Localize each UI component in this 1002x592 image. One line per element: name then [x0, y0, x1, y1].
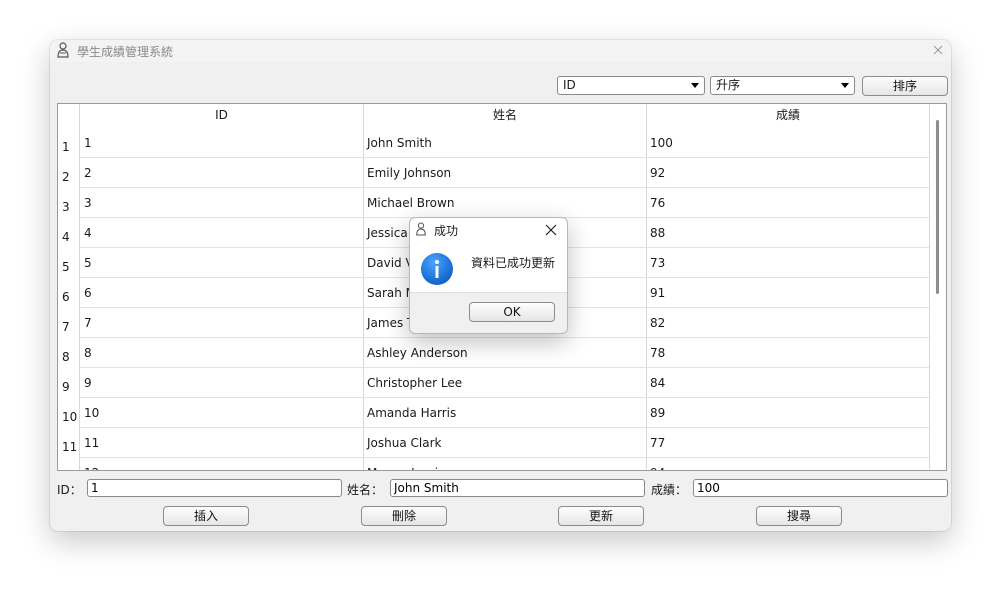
chevron-down-icon	[841, 83, 849, 88]
row-divider	[79, 187, 929, 188]
row-header[interactable]: 1	[58, 140, 79, 154]
ok-button[interactable]: OK	[469, 302, 555, 322]
dialog-footer: OK	[410, 292, 567, 333]
cell-id[interactable]: 10	[84, 406, 99, 420]
sort-order-select[interactable]: 升序	[710, 76, 855, 95]
row-header[interactable]: 2	[58, 170, 79, 184]
row-divider	[79, 427, 929, 428]
title-bar: 學生成績管理系統	[50, 40, 951, 62]
sort-order-value: 升序	[716, 78, 741, 92]
column-divider	[79, 104, 80, 470]
column-header-id[interactable]: ID	[80, 104, 363, 127]
score-input[interactable]	[693, 479, 948, 497]
window-title: 學生成績管理系統	[77, 45, 174, 59]
cell-id[interactable]: 12	[84, 466, 99, 470]
cell-name[interactable]: Emily Johnson	[367, 166, 451, 180]
cell-name[interactable]: Amanda Harris	[367, 406, 456, 420]
cell-id[interactable]: 1	[84, 136, 92, 150]
column-header-score[interactable]: 成績	[647, 104, 929, 127]
row-header[interactable]: 10	[58, 410, 79, 424]
cell-score[interactable]: 100	[650, 136, 673, 150]
row-header[interactable]: 7	[58, 320, 79, 334]
dialog-title: 成功	[434, 224, 459, 238]
cell-name[interactable]: John Smith	[367, 136, 432, 150]
sort-field-value: ID	[563, 78, 576, 92]
cell-score[interactable]: 91	[650, 286, 665, 300]
row-header[interactable]: 5	[58, 260, 79, 274]
search-button[interactable]: 搜尋	[756, 506, 842, 526]
cell-name[interactable]: David V	[367, 256, 414, 270]
close-icon[interactable]	[929, 41, 947, 59]
column-divider	[363, 104, 364, 470]
row-divider	[79, 457, 929, 458]
cell-name[interactable]: Michael Brown	[367, 196, 454, 210]
column-divider	[646, 104, 647, 470]
id-label: ID：	[57, 483, 82, 497]
info-icon	[421, 253, 453, 285]
cell-name[interactable]: James T	[367, 316, 414, 330]
id-input[interactable]	[87, 479, 342, 497]
cell-id[interactable]: 3	[84, 196, 92, 210]
cell-score[interactable]: 73	[650, 256, 665, 270]
cell-name[interactable]: Jessica	[367, 226, 408, 240]
row-divider	[79, 157, 929, 158]
name-input[interactable]	[390, 479, 645, 497]
cell-name[interactable]: Joshua Clark	[367, 436, 441, 450]
row-header[interactable]: 4	[58, 230, 79, 244]
cell-score[interactable]: 76	[650, 196, 665, 210]
cell-score[interactable]: 92	[650, 166, 665, 180]
row-header[interactable]: 12	[58, 470, 79, 471]
row-header[interactable]: 6	[58, 290, 79, 304]
cell-id[interactable]: 6	[84, 286, 92, 300]
cell-score[interactable]: 84	[650, 376, 665, 390]
cell-name[interactable]: Christopher Lee	[367, 376, 462, 390]
row-header[interactable]: 8	[58, 350, 79, 364]
row-header[interactable]: 3	[58, 200, 79, 214]
delete-button[interactable]: 刪除	[361, 506, 447, 526]
cell-id[interactable]: 9	[84, 376, 92, 390]
cell-id[interactable]: 7	[84, 316, 92, 330]
cell-id[interactable]: 2	[84, 166, 92, 180]
row-divider	[79, 367, 929, 368]
row-divider	[79, 397, 929, 398]
row-divider	[79, 337, 929, 338]
update-button[interactable]: 更新	[558, 506, 644, 526]
cell-score[interactable]: 78	[650, 346, 665, 360]
sort-button[interactable]: 排序	[862, 76, 948, 96]
scrollbar-thumb[interactable]	[936, 120, 939, 294]
cell-name[interactable]: Megan Lewis	[367, 466, 444, 470]
close-icon[interactable]	[544, 223, 558, 237]
cell-name[interactable]: Ashley Anderson	[367, 346, 468, 360]
vertical-scrollbar[interactable]	[930, 104, 946, 470]
cell-id[interactable]: 8	[84, 346, 92, 360]
cell-score[interactable]: 94	[650, 466, 665, 470]
sort-field-select[interactable]: ID	[557, 76, 705, 95]
score-label: 成績：	[651, 483, 688, 497]
name-label: 姓名：	[347, 483, 384, 497]
cell-score[interactable]: 89	[650, 406, 665, 420]
cell-id[interactable]: 5	[84, 256, 92, 270]
cell-score[interactable]: 82	[650, 316, 665, 330]
row-header[interactable]: 11	[58, 440, 79, 454]
cell-id[interactable]: 4	[84, 226, 92, 240]
insert-button[interactable]: 插入	[163, 506, 249, 526]
cell-score[interactable]: 77	[650, 436, 665, 450]
row-header[interactable]: 9	[58, 380, 79, 394]
column-header-name[interactable]: 姓名	[364, 104, 646, 127]
chevron-down-icon	[691, 83, 699, 88]
user-icon	[57, 42, 69, 58]
dialog-message: 資料已成功更新	[471, 256, 556, 270]
cell-score[interactable]: 88	[650, 226, 665, 240]
success-dialog: 成功 資料已成功更新 OK	[409, 217, 568, 334]
cell-id[interactable]: 11	[84, 436, 99, 450]
user-icon	[416, 222, 426, 236]
